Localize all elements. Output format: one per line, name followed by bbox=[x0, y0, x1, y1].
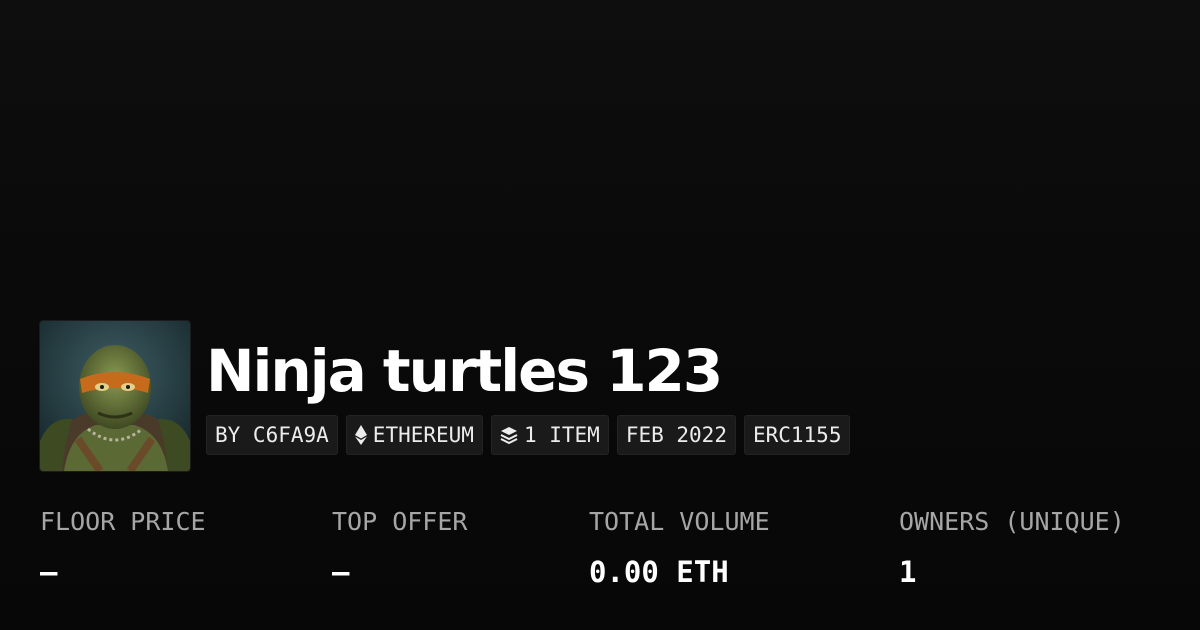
stat-top-offer: TOP OFFER — bbox=[332, 505, 467, 589]
layers-icon bbox=[500, 426, 518, 444]
creator-badge-label: BY C6FA9A bbox=[215, 423, 329, 447]
ethereum-icon bbox=[354, 425, 367, 445]
date-badge: FEB 2022 bbox=[616, 415, 736, 455]
creator-badge[interactable]: BY C6FA9A bbox=[206, 415, 338, 455]
item-count-badge: 1 ITEM bbox=[490, 415, 609, 455]
stat-top-offer-label: TOP OFFER bbox=[332, 507, 468, 536]
chain-badge-label: ETHEREUM bbox=[372, 423, 474, 447]
collection-badges: BY C6FA9A ETHEREUM 1 ITEM FEB 2022 ERC11… bbox=[206, 415, 851, 455]
token-standard-badge: ERC1155 bbox=[743, 415, 851, 455]
stat-top-offer-value: — bbox=[332, 555, 350, 589]
collection-avatar bbox=[40, 321, 190, 471]
stat-total-volume-value: 0.00 ETH bbox=[589, 555, 729, 589]
stat-floor-price-value: — bbox=[40, 555, 58, 589]
stat-floor-price: FLOOR PRICE — bbox=[40, 505, 206, 589]
stat-total-volume-label: TOTAL VOLUME bbox=[589, 507, 770, 536]
chain-badge: ETHEREUM bbox=[345, 415, 483, 455]
date-badge-label: FEB 2022 bbox=[625, 423, 727, 447]
stat-owners: OWNERS (UNIQUE) 1 bbox=[899, 505, 1125, 589]
token-standard-badge-label: ERC1155 bbox=[752, 423, 842, 447]
stat-total-volume: TOTAL VOLUME 0.00 ETH bbox=[589, 505, 770, 589]
stat-owners-label: OWNERS (UNIQUE) bbox=[899, 507, 1125, 536]
stat-owners-value: 1 bbox=[899, 555, 917, 589]
collection-title: Ninja turtles 123 bbox=[206, 337, 723, 405]
item-count-badge-label: 1 ITEM bbox=[523, 423, 600, 447]
stat-floor-price-label: FLOOR PRICE bbox=[40, 507, 206, 536]
